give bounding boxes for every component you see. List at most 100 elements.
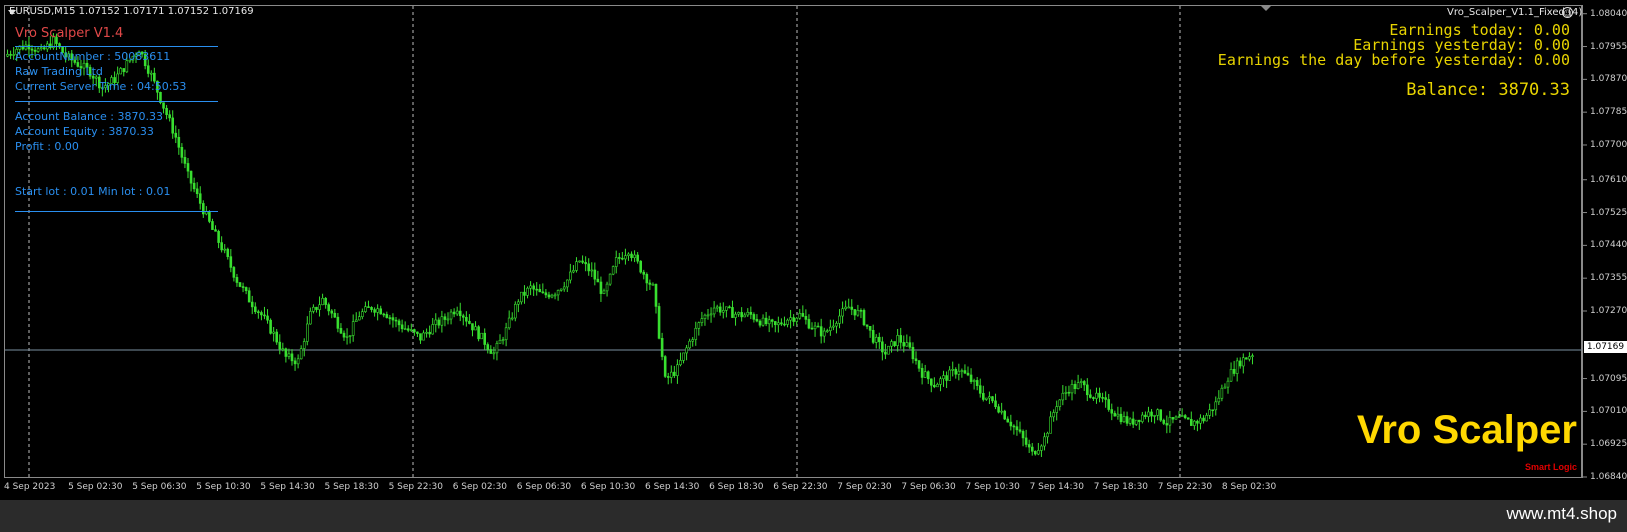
candle-body — [501, 339, 505, 341]
candle-body — [1033, 450, 1037, 455]
candle-body — [364, 306, 367, 312]
candle-body — [884, 351, 887, 355]
candle-body — [945, 375, 948, 381]
candle-body — [825, 330, 829, 332]
candle-body — [673, 371, 676, 376]
candle-body — [9, 54, 12, 56]
candle-body — [865, 324, 869, 327]
earnings-day-before: Earnings the day before yesterday: 0.00 — [1217, 51, 1570, 69]
candle-body — [792, 317, 795, 322]
candle-body — [526, 287, 529, 296]
candle-body — [1055, 406, 1059, 413]
time-tick-label: 5 Sep 06:30 — [132, 482, 187, 492]
candle-body — [1046, 432, 1049, 438]
candle-body — [1079, 381, 1083, 383]
candle-body — [914, 358, 918, 362]
candle-body — [495, 343, 499, 354]
candle-body — [461, 315, 465, 318]
info-panel-title: Vro Scalper V1.4 — [15, 26, 124, 41]
candle-body — [697, 322, 701, 329]
candle-body — [847, 306, 851, 309]
candle-body — [174, 132, 178, 138]
price-tick-label: 1.06925 — [1590, 439, 1627, 450]
info-server-time: Current Server Time : 04:50:53 — [15, 80, 187, 93]
candle-body — [422, 332, 425, 341]
candle-body — [997, 406, 1000, 413]
candle-body — [783, 323, 786, 326]
candle-body — [287, 353, 291, 357]
info-separator — [15, 101, 218, 102]
candle-body — [550, 294, 554, 298]
candle-body — [361, 311, 364, 317]
candle-body — [572, 270, 575, 273]
candle-body — [293, 360, 297, 365]
candle-body — [446, 318, 450, 321]
price-tick-label: 1.08040 — [1590, 8, 1627, 19]
candle-body — [682, 352, 685, 361]
candle-body — [201, 203, 205, 215]
candle-body — [1000, 410, 1003, 413]
candle-body — [740, 312, 743, 318]
candle-body — [1189, 418, 1193, 426]
candle-body — [1174, 416, 1178, 420]
candle-body — [871, 330, 875, 343]
candle-body — [1131, 418, 1135, 425]
candle-body — [1205, 415, 1208, 422]
candle-body — [789, 317, 792, 321]
candle-body — [1177, 416, 1181, 418]
candle-body — [1043, 436, 1046, 447]
price-tick-label: 1.06840 — [1590, 472, 1627, 482]
candle-body — [725, 306, 728, 311]
candle-body — [856, 310, 860, 316]
candle-body — [829, 326, 832, 331]
brand-tagline: Smart Logic — [1524, 462, 1577, 472]
candle-body — [761, 317, 765, 326]
candle-body — [1024, 437, 1028, 445]
candle-body — [718, 306, 722, 313]
candle-body — [933, 384, 936, 388]
candle-body — [1040, 445, 1043, 451]
candle-body — [688, 340, 691, 349]
candle-body — [731, 307, 734, 318]
price-tick-label: 1.07785 — [1590, 107, 1627, 118]
candle-body — [587, 263, 591, 272]
candle-body — [1226, 380, 1230, 388]
time-tick-label: 7 Sep 22:30 — [1157, 482, 1213, 492]
candle-body — [217, 230, 220, 243]
candle-body — [198, 193, 202, 204]
candle-body — [657, 306, 661, 339]
info-separator — [15, 46, 218, 47]
chart-window: EURUSD,M15 1.07152 1.07171 1.07152 1.071… — [0, 0, 1627, 500]
candle-body — [336, 316, 340, 329]
candle-body — [746, 311, 750, 316]
candle-body — [1104, 397, 1107, 400]
candle-body — [972, 380, 976, 382]
candle-body — [991, 396, 994, 402]
candle-body — [523, 291, 526, 296]
candle-body — [715, 306, 719, 309]
smiley-icon[interactable]: ☺ — [1562, 7, 1573, 18]
candle-body — [244, 287, 248, 292]
candle-body — [951, 369, 955, 371]
candle-body — [807, 319, 811, 329]
candle-body — [471, 323, 474, 331]
candle-body — [208, 211, 211, 222]
info-account-number: AccountNumber : 50083611 — [15, 50, 171, 63]
candle-body — [1159, 409, 1163, 421]
candle-body — [1061, 392, 1065, 401]
price-tick-label: 1.07700 — [1590, 139, 1627, 150]
candle-body — [1082, 381, 1086, 386]
candle-body — [1009, 421, 1013, 427]
candle-body — [1199, 417, 1202, 424]
candle-body — [284, 348, 288, 357]
candle-body — [146, 65, 150, 74]
candle-body — [498, 339, 502, 344]
candle-body — [229, 256, 233, 268]
candle-body — [737, 312, 740, 315]
candle-body — [1223, 386, 1227, 389]
candle-body — [1095, 392, 1098, 399]
candle-body — [994, 400, 997, 408]
candle-body — [391, 317, 395, 321]
shift-handle-icon[interactable] — [1260, 5, 1272, 11]
candle-body — [1089, 394, 1092, 398]
